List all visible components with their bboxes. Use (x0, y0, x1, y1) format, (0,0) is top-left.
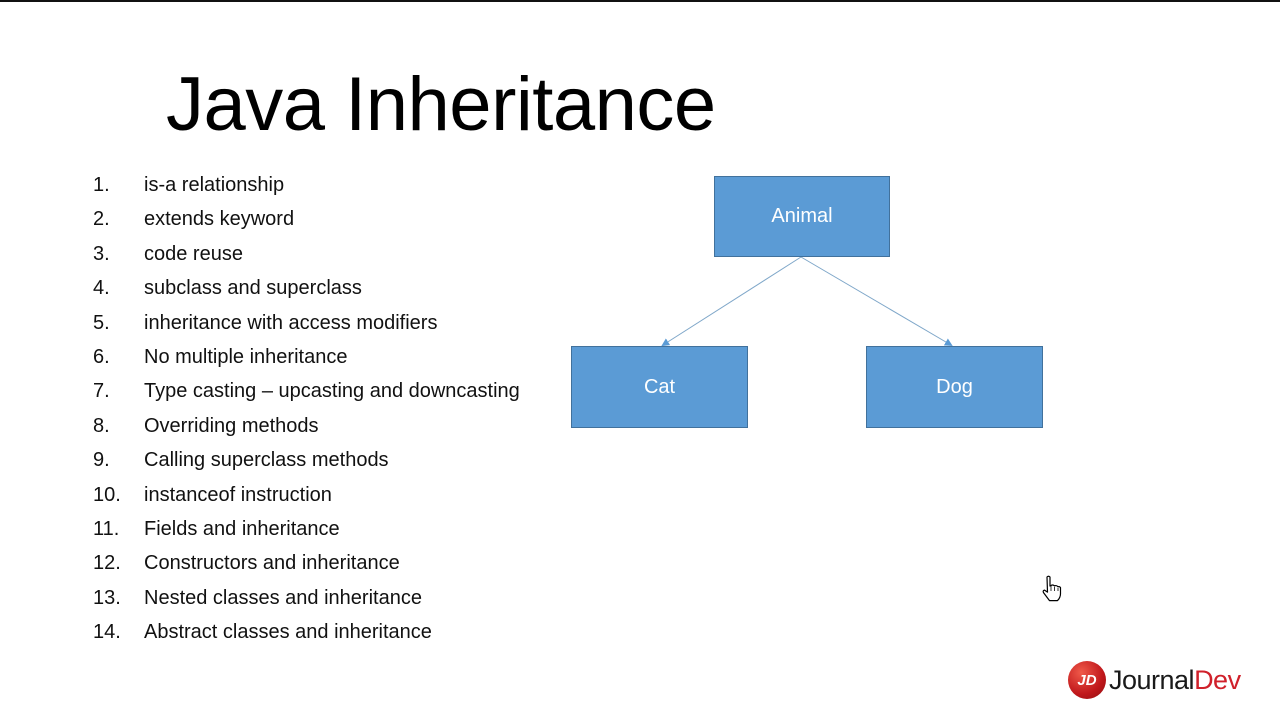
item-text: Fields and inheritance (144, 517, 340, 540)
node-cat: Cat (571, 346, 748, 428)
item-text: inheritance with access modifiers (144, 311, 438, 334)
hand-pointer-icon (1042, 575, 1062, 602)
list-item: 11. Fields and inheritance (93, 512, 520, 546)
item-number: 14. (93, 621, 121, 644)
logo-text: JournalDev (1109, 664, 1241, 695)
list-item: 9. Calling superclass methods (93, 443, 520, 477)
list-item: 14. Abstract classes and inheritance (93, 615, 520, 649)
list-item: 13. Nested classes and inheritance (93, 581, 520, 615)
item-number: 8. (93, 414, 110, 437)
list-item: 4. subclass and superclass (93, 271, 520, 305)
node-animal: Animal (714, 176, 890, 257)
item-number: 2. (93, 208, 110, 231)
topic-list: 1. is-a relationship 2. extends keyword 3.… (93, 168, 520, 649)
journaldev-logo: JD JournalDev (1068, 659, 1241, 701)
item-number: 13. (93, 586, 121, 609)
item-text: Nested classes and inheritance (144, 586, 422, 609)
node-label: Animal (771, 205, 833, 227)
list-item: 7. Type casting – upcasting and downcasti… (93, 374, 520, 408)
item-number: 12. (93, 552, 121, 575)
item-text: instanceof instruction (144, 483, 332, 506)
item-text: Abstract classes and inheritance (144, 621, 432, 644)
item-number: 3. (93, 242, 110, 265)
item-number: 4. (93, 277, 110, 300)
node-label: Cat (643, 375, 676, 398)
list-item: 10. instanceof instruction (93, 478, 520, 512)
item-text: subclass and superclass (144, 277, 362, 300)
list-item: 6. No multiple inheritance (93, 340, 520, 374)
top-border (0, 0, 1280, 2)
item-text: No multiple inheritance (144, 345, 348, 368)
item-text: is-a relationship (144, 174, 285, 196)
item-text: Calling superclass methods (144, 449, 389, 472)
logo-mark-icon: JD (1068, 661, 1106, 699)
item-text: Constructors and inheritance (144, 552, 400, 575)
item-number: 7. (93, 380, 110, 403)
item-text: extends keyword (144, 208, 295, 231)
item-text: code reuse (144, 242, 243, 265)
list-item: 3. code reuse (93, 237, 520, 271)
list-item: 2. extends keyword (93, 202, 520, 236)
list-item: 1. is-a relationship (93, 168, 520, 202)
item-number: 9. (93, 449, 110, 472)
item-number: 1. (93, 174, 110, 196)
item-number: 5. (93, 311, 110, 334)
item-number: 11. (93, 517, 120, 540)
node-dog: Dog (866, 346, 1043, 428)
item-text: Type casting – upcasting and downcasting (144, 380, 520, 403)
node-label: Dog (936, 375, 973, 398)
edge-animal-dog (800, 256, 953, 347)
item-number: 6. (93, 345, 110, 368)
list-item: 8. Overriding methods (93, 409, 520, 443)
edge-animal-cat (661, 256, 802, 347)
item-number: 10. (93, 483, 121, 506)
list-item: 5. inheritance with access modifiers (93, 306, 520, 340)
item-text: Overriding methods (144, 414, 319, 437)
list-item: 12. Constructors and inheritance (93, 546, 520, 580)
slide-title: Java Inheritance (166, 62, 716, 147)
